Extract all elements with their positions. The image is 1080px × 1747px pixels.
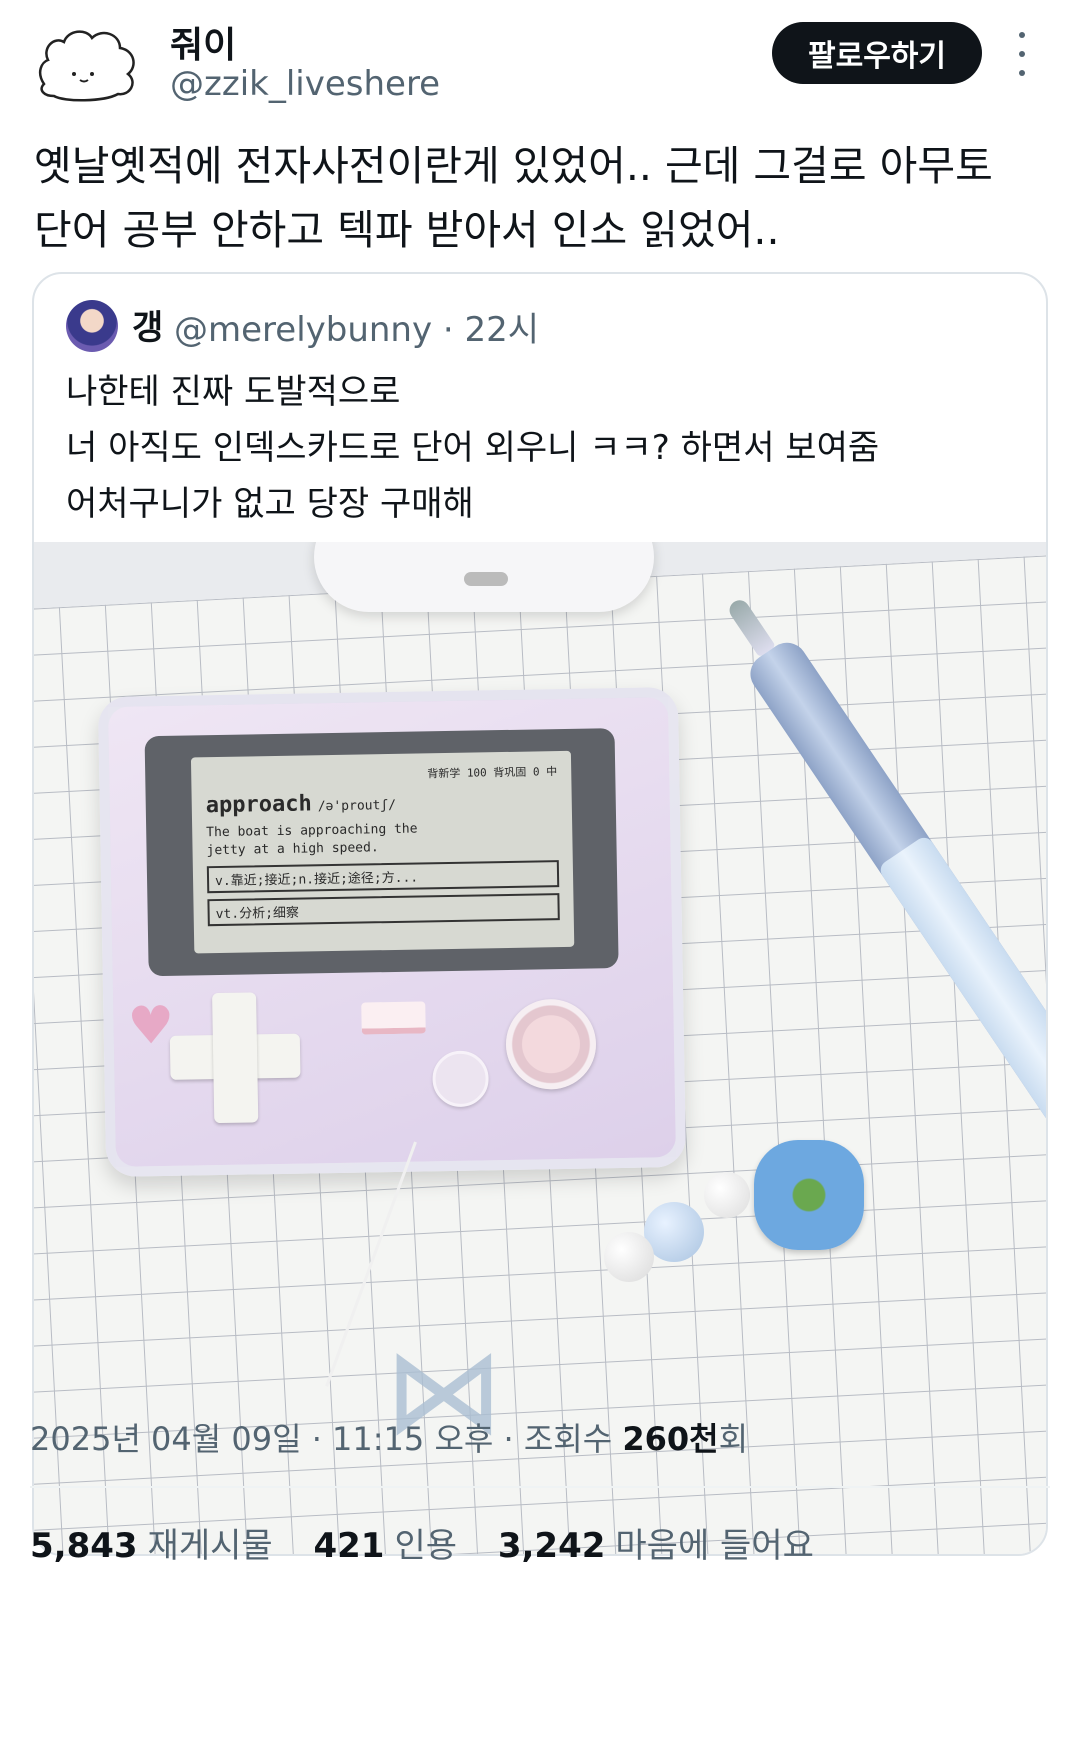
bead	[604, 1232, 654, 1282]
view-suffix: 회	[718, 1420, 749, 1458]
follow-button[interactable]: 팔로우하기	[772, 22, 982, 84]
dictionary-screen: 背新学 100 背巩固 0 中 approach/ə'proutʃ/ The b…	[190, 750, 575, 954]
quote-photo[interactable]: 背新学 100 背巩固 0 中 approach/ə'proutʃ/ The b…	[34, 542, 1046, 1554]
screen-option-2: vt.分析;细察	[207, 893, 560, 927]
screen-example: The boat is approaching the jetty at a h…	[206, 821, 418, 859]
likes-label: 마음에 들어요	[615, 1526, 814, 1566]
heart-sticker-icon: ♥	[127, 995, 175, 1057]
cake-sticker	[361, 1001, 426, 1035]
quotes-label: 인용	[394, 1526, 458, 1566]
tweet-text: 옛날옛적에 전자사전이란게 있었어.. 근데 그걸로 아무토 단어 공부 안하고…	[34, 142, 993, 254]
flower-charm	[754, 1140, 864, 1250]
earbud-case	[314, 542, 654, 612]
quoted-tweet-card[interactable]: 갱 @merelybunny · 22시 나한테 진짜 도발적으로 너 아직도 …	[32, 272, 1048, 1556]
quotes-stat[interactable]: 421 인용	[313, 1526, 457, 1566]
screen-phonetic: /ə'proutʃ/	[317, 797, 397, 815]
likes-count: 3,242	[497, 1526, 606, 1566]
dpad-vertical	[212, 992, 259, 1124]
screen-word-text: approach	[205, 791, 312, 819]
bead	[704, 1172, 750, 1218]
screen-status: 背新学 100 背巩固 0 中	[427, 765, 558, 781]
round-button-large	[505, 998, 597, 1091]
tweet-meta: 2025년 04월 09일 · 11:15 오후 · 조회수 260천회	[30, 1414, 748, 1460]
tweet-date-time[interactable]: 2025년 04월 09일 · 11:15 오후 · 조회수	[30, 1420, 622, 1458]
author-handle[interactable]: @zzik_liveshere	[170, 64, 440, 104]
retweets-count: 5,843	[30, 1526, 138, 1566]
divider	[30, 1486, 1050, 1488]
retweets-label: 재게시물	[147, 1526, 273, 1566]
quote-author-handle-time: @merelybunny · 22시	[174, 310, 540, 350]
screen-option-1: v.靠近;接近;n.接近;途径;方...	[206, 860, 560, 894]
author-name[interactable]: 줘이	[170, 16, 236, 68]
screen-word: approach/ə'proutʃ/	[206, 787, 558, 818]
quotes-count: 421	[313, 1526, 385, 1566]
more-options-icon[interactable]	[1010, 32, 1034, 76]
view-count: 260천	[622, 1420, 719, 1458]
retweets-stat[interactable]: 5,843 재게시물	[30, 1526, 273, 1566]
tweet-stats: 5,843 재게시물 421 인용 3,242 마음에 들어요	[30, 1518, 844, 1567]
likes-stat[interactable]: 3,242 마음에 들어요	[498, 1526, 814, 1566]
round-button-small	[432, 1050, 490, 1108]
electronic-dictionary: 背新学 100 背巩固 0 中 approach/ə'proutʃ/ The b…	[97, 686, 687, 1178]
quote-author-avatar[interactable]	[66, 300, 118, 352]
quote-text: 나한테 진짜 도발적으로 너 아직도 인덱스카드로 단어 외우니 ㅋㅋ? 하면서…	[66, 372, 880, 524]
quote-author-name: 갱	[132, 308, 164, 348]
author-avatar[interactable]	[34, 22, 144, 102]
